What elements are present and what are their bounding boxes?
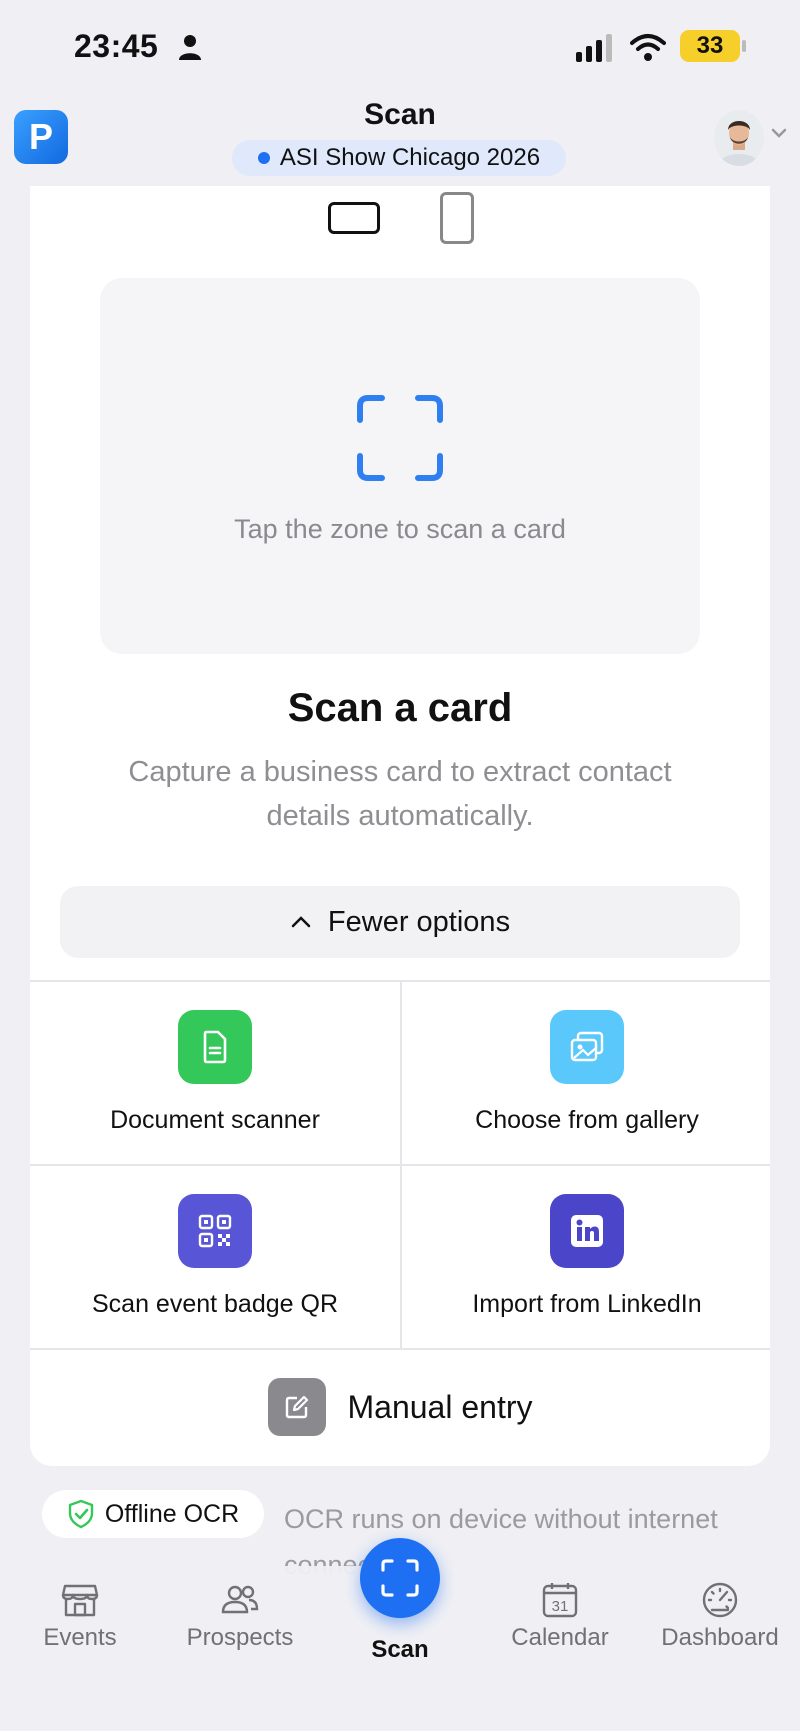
calendar-day: 31 — [552, 1598, 569, 1615]
tab-scan[interactable] — [360, 1538, 440, 1618]
gauge-icon — [702, 1582, 738, 1618]
chevron-up-icon — [291, 916, 311, 928]
shield-check-icon — [68, 1499, 94, 1529]
tab-label: Prospects — [186, 1624, 294, 1651]
chevron-down-icon[interactable] — [770, 126, 788, 140]
option-label: Document scanner — [110, 1106, 320, 1134]
qr-code-icon — [198, 1214, 232, 1248]
people-icon — [221, 1585, 259, 1614]
avatar[interactable] — [714, 110, 764, 166]
tab-calendar[interactable]: 31 Calendar — [480, 1566, 640, 1666]
status-bar: 23:45 33 — [0, 0, 800, 96]
scan-title: Scan a card — [287, 686, 513, 730]
event-status-dot — [257, 152, 270, 164]
gallery-icon — [570, 1031, 604, 1062]
wifi-icon — [630, 34, 666, 61]
person-icon — [179, 35, 201, 60]
linkedin-icon-tile — [550, 1194, 624, 1268]
scan-frame-icon — [381, 1559, 419, 1597]
option-label: Scan event badge QR — [92, 1290, 338, 1318]
portrait-orientation-toggle[interactable] — [440, 192, 474, 244]
linkedin-icon — [571, 1215, 603, 1247]
landscape-orientation-toggle[interactable] — [328, 202, 380, 234]
scan-hint: Tap the zone to scan a card — [234, 514, 566, 544]
signal-icon — [576, 34, 612, 62]
tab-label: Dashboard — [661, 1624, 779, 1651]
store-icon — [61, 1584, 99, 1617]
header: P Scan ASI Show Chicago 2026 — [0, 96, 800, 186]
document-scanner-option[interactable]: Document scanner — [30, 982, 400, 1166]
edit-icon — [285, 1395, 308, 1419]
tab-label: Events — [43, 1624, 117, 1651]
tab-label: Calendar — [511, 1624, 609, 1651]
gallery-icon-tile — [550, 1010, 624, 1084]
tab-dashboard[interactable]: Dashboard — [640, 1566, 800, 1666]
document-icon-tile — [178, 1010, 252, 1084]
document-icon — [203, 1030, 227, 1064]
event-name: ASI Show Chicago 2026 — [279, 144, 541, 171]
fewer-options-button[interactable]: Fewer options — [60, 886, 740, 958]
scan-zone[interactable]: Tap the zone to scan a card — [100, 278, 700, 654]
manual-entry-icon-tile — [267, 1378, 326, 1436]
scan-subtitle: Capture a business card to extract conta… — [128, 756, 672, 832]
choose-from-gallery-option[interactable]: Choose from gallery — [402, 982, 770, 1166]
qr-code-icon-tile — [178, 1194, 252, 1268]
page-title: Scan — [364, 98, 436, 131]
tab-prospects[interactable]: Prospects — [160, 1566, 320, 1666]
tab-scan-label: Scan — [371, 1636, 429, 1663]
option-label: Choose from gallery — [475, 1106, 699, 1134]
option-label: Import from LinkedIn — [472, 1290, 702, 1318]
fewer-options-label: Fewer options — [327, 905, 511, 938]
event-selector[interactable]: ASI Show Chicago 2026 — [232, 140, 566, 176]
offline-ocr-badge: Offline OCR — [42, 1490, 264, 1538]
manual-entry-label: Manual entry — [347, 1388, 533, 1425]
scan-frame-icon — [357, 395, 443, 481]
scan-card: Tap the zone to scan a card Scan a card … — [30, 186, 770, 1466]
offline-ocr-label: Offline OCR — [104, 1499, 240, 1528]
tab-events[interactable]: Events — [0, 1566, 160, 1666]
battery-indicator: 33 — [680, 30, 746, 62]
manual-entry-button[interactable]: Manual entry — [30, 1348, 770, 1466]
calendar-icon: 31 — [542, 1583, 578, 1618]
status-time: 23:45 — [74, 28, 159, 64]
import-linkedin-option[interactable]: Import from LinkedIn — [402, 1166, 770, 1350]
scan-badge-qr-option[interactable]: Scan event badge QR — [30, 1166, 400, 1350]
